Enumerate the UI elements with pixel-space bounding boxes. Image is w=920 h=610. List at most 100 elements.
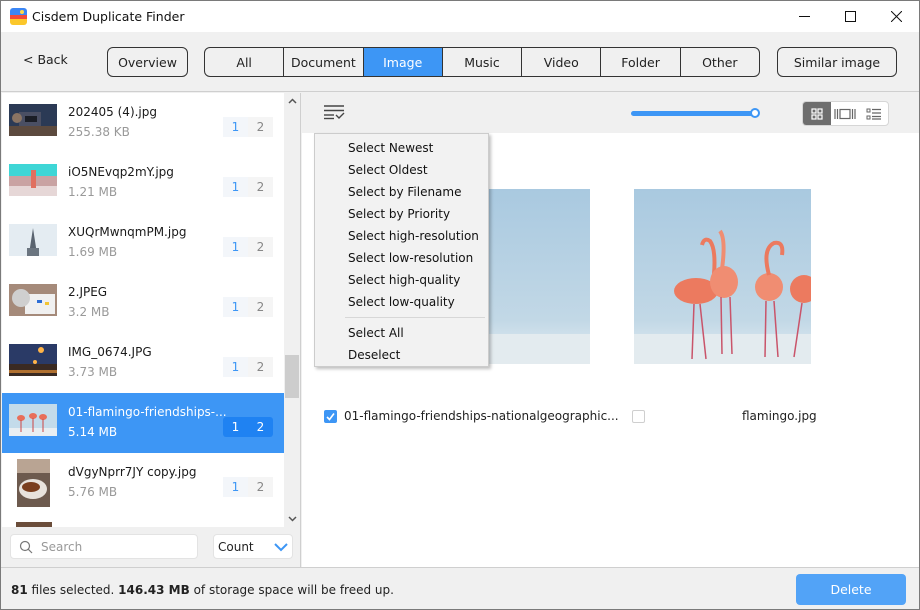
duplicate-count-badge: 1 2 xyxy=(223,297,273,317)
duplicate-count-badge: 1 2 xyxy=(223,417,273,437)
list-item[interactable]: IMG_0674.JPG 3.73 MB 1 2 xyxy=(2,333,284,393)
list-item-selected[interactable]: 01-flamingo-friendships-... 5.14 MB 1 2 xyxy=(2,393,284,453)
close-icon xyxy=(890,11,902,22)
thumbnail-image xyxy=(9,284,57,316)
back-button[interactable]: < Back xyxy=(23,52,68,67)
select-options-button[interactable] xyxy=(323,104,345,123)
item-filename: dVgyNprr7JY copy.jpg xyxy=(68,465,197,479)
image-filename: flamingo.jpg xyxy=(742,409,817,423)
item-filename: iO5NEvqp2mY.jpg xyxy=(68,165,174,179)
menu-item-select-oldest[interactable]: Select Oldest xyxy=(315,159,488,181)
window-title: Cisdem Duplicate Finder xyxy=(32,9,185,24)
item-size: 5.14 MB xyxy=(68,425,118,439)
tab-document[interactable]: Document xyxy=(284,48,364,76)
chevron-up-icon xyxy=(287,98,297,104)
item-size: 1.21 MB xyxy=(68,185,118,199)
item-filename: IMG_0674.JPG xyxy=(68,345,152,359)
search-input[interactable] xyxy=(41,538,191,556)
menu-item-select-by-filename[interactable]: Select by Filename xyxy=(315,181,488,203)
close-button[interactable] xyxy=(873,1,919,32)
duplicate-group-list: 202405 (4).jpg 255.38 KB 1 2 iO5NEvqp2mY… xyxy=(2,93,284,527)
duplicate-count-badge: 1 2 xyxy=(223,117,273,137)
sort-dropdown[interactable]: Count xyxy=(213,534,293,559)
title-bar: Cisdem Duplicate Finder xyxy=(1,1,919,32)
select-options-menu: Select Newest Select Oldest Select by Fi… xyxy=(314,133,489,367)
tab-video[interactable]: Video xyxy=(522,48,602,76)
scroll-down-button[interactable] xyxy=(284,511,300,527)
similar-image-button[interactable]: Similar image xyxy=(777,47,897,77)
menu-item-select-newest[interactable]: Select Newest xyxy=(315,137,488,159)
sidebar-scrollbar[interactable] xyxy=(284,93,300,527)
menu-item-select-low-resolution[interactable]: Select low-resolution xyxy=(315,247,488,269)
list-item[interactable]: dVgyNprr7JY copy.jpg 5.76 MB 1 2 xyxy=(2,453,284,513)
item-size: 255.38 KB xyxy=(68,125,130,139)
thumbnail-image xyxy=(9,224,57,256)
status-footer: 81 files selected. 146.43 MB of storage … xyxy=(1,567,919,609)
maximize-button[interactable] xyxy=(827,1,873,32)
view-mode-switch xyxy=(802,101,889,126)
menu-separator xyxy=(345,317,485,318)
file-type-tabs: All Document Image Music Video Folder Ot… xyxy=(204,47,760,77)
nav-bar: < Back Overview All Document Image Music… xyxy=(1,32,919,92)
item-size: 5.76 MB xyxy=(68,485,118,499)
delete-button[interactable]: Delete xyxy=(796,574,906,605)
carousel-view-button[interactable] xyxy=(831,102,859,125)
sort-selected-value: Count xyxy=(218,540,254,554)
app-window: Cisdem Duplicate Finder < Back Overview … xyxy=(0,0,920,610)
thumbnail-image xyxy=(9,164,57,196)
carousel-view-icon xyxy=(834,108,857,119)
thumbnail-image xyxy=(9,344,57,376)
list-item[interactable]: 202405 (4).jpg 255.38 KB 1 2 xyxy=(2,93,284,153)
menu-item-select-all[interactable]: Select All xyxy=(315,322,488,344)
scroll-up-button[interactable] xyxy=(284,93,300,109)
list-item[interactable]: XUQrMwnqmPM.jpg 1.69 MB 1 2 xyxy=(2,213,284,273)
thumbnail-image xyxy=(17,459,50,507)
selection-summary: 81 files selected. 146.43 MB of storage … xyxy=(11,583,394,597)
freed-space-size: 146.43 MB xyxy=(118,583,190,597)
list-view-button[interactable] xyxy=(860,102,888,125)
checkmark-icon xyxy=(326,413,335,421)
item-filename: XUQrMwnqmPM.jpg xyxy=(68,225,187,239)
tab-all[interactable]: All xyxy=(205,48,285,76)
duplicate-count-badge: 1 2 xyxy=(223,177,273,197)
thumbnail-size-slider[interactable] xyxy=(631,108,761,118)
menu-item-select-high-quality[interactable]: Select high-quality xyxy=(315,269,488,291)
thumbnail-image xyxy=(16,521,52,527)
item-filename: 01-flamingo-friendships-... xyxy=(68,405,227,419)
duplicate-count-badge: 1 2 xyxy=(223,357,273,377)
select-checkbox-unchecked[interactable] xyxy=(632,410,645,423)
selected-files-count: 81 xyxy=(11,583,28,597)
overview-button[interactable]: Overview xyxy=(107,47,188,77)
tab-music[interactable]: Music xyxy=(443,48,523,76)
list-item[interactable]: 2.JPEG 3.2 MB 1 2 xyxy=(2,273,284,333)
maximize-icon xyxy=(844,11,856,22)
tab-image[interactable]: Image xyxy=(363,48,443,76)
menu-item-select-low-quality[interactable]: Select low-quality xyxy=(315,291,488,313)
slider-fill xyxy=(631,111,755,116)
thumbnail-image xyxy=(9,104,57,136)
menu-item-select-high-resolution[interactable]: Select high-resolution xyxy=(315,225,488,247)
duplicate-group-sidebar: 202405 (4).jpg 255.38 KB 1 2 iO5NEvqp2mY… xyxy=(1,93,301,567)
duplicate-image-preview[interactable] xyxy=(634,189,811,364)
chevron-down-icon xyxy=(287,516,297,522)
item-size: 1.69 MB xyxy=(68,245,118,259)
search-box xyxy=(10,534,198,559)
slider-handle[interactable] xyxy=(750,108,760,118)
item-size: 3.73 MB xyxy=(68,365,118,379)
select-checkbox-checked[interactable] xyxy=(324,410,337,423)
minimize-button[interactable] xyxy=(781,1,827,32)
preview-toolbar xyxy=(302,93,919,133)
list-item[interactable] xyxy=(2,513,284,527)
scrollbar-thumb[interactable] xyxy=(285,355,299,398)
item-size: 3.2 MB xyxy=(68,305,110,319)
select-list-check-icon xyxy=(324,105,345,120)
menu-item-select-by-priority[interactable]: Select by Priority xyxy=(315,203,488,225)
grid-view-button[interactable] xyxy=(803,102,832,125)
menu-item-deselect[interactable]: Deselect xyxy=(315,344,488,366)
duplicate-count-badge: 1 2 xyxy=(223,237,273,257)
thumbnail-image xyxy=(9,404,57,436)
tab-other[interactable]: Other xyxy=(681,48,759,76)
list-item[interactable]: iO5NEvqp2mY.jpg 1.21 MB 1 2 xyxy=(2,153,284,213)
minimize-icon xyxy=(798,16,810,17)
tab-folder[interactable]: Folder xyxy=(601,48,681,76)
